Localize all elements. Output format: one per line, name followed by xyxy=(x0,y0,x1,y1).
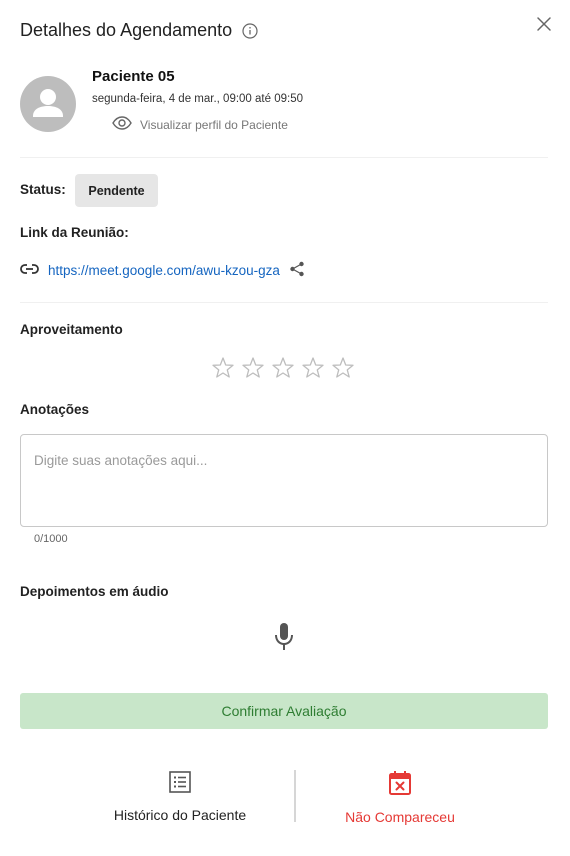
notes-label: Anotações xyxy=(20,402,90,417)
patient-history-label: Histórico do Paciente xyxy=(113,807,247,823)
dialog-header: Detalhes do Agendamento xyxy=(20,20,258,41)
star-icon[interactable] xyxy=(331,356,355,385)
dialog-title: Detalhes do Agendamento xyxy=(20,20,233,40)
link-icon xyxy=(20,263,39,278)
notes-char-counter: 0/1000 xyxy=(34,533,68,545)
confirm-evaluation-button[interactable]: Confirmar Avaliação xyxy=(20,693,548,729)
notes-field xyxy=(20,434,548,527)
list-icon xyxy=(168,770,192,799)
meeting-link-row: https://meet.google.com/awu-kzou-gza xyxy=(20,261,305,280)
status-badge: Pendente xyxy=(75,174,158,207)
meeting-link[interactable]: https://meet.google.com/awu-kzou-gza xyxy=(48,263,280,278)
no-show-label: Não Compareceu xyxy=(345,809,455,825)
star-icon[interactable] xyxy=(271,356,295,385)
view-profile-label: Visualizar perfil do Paciente xyxy=(140,117,288,132)
star-icon[interactable] xyxy=(241,356,265,385)
rating-label: Aproveitamento xyxy=(20,322,123,337)
star-icon[interactable] xyxy=(211,356,235,385)
share-icon[interactable] xyxy=(289,261,305,280)
divider xyxy=(20,302,548,303)
microphone-icon[interactable] xyxy=(273,622,295,657)
appointment-datetime: segunda-feira, 4 de mar., 09:00 até 09:5… xyxy=(92,93,303,105)
status-label: Status: xyxy=(20,182,66,197)
patient-history-button[interactable]: Histórico do Paciente xyxy=(90,770,270,823)
meeting-link-label: Link da Reunião: xyxy=(20,225,129,240)
patient-name: Paciente 05 xyxy=(92,68,175,85)
divider xyxy=(20,157,548,158)
calendar-x-icon xyxy=(388,770,412,801)
notes-textarea[interactable] xyxy=(21,435,547,526)
eye-icon xyxy=(112,116,132,133)
close-icon[interactable] xyxy=(536,16,552,32)
star-icon[interactable] xyxy=(301,356,325,385)
audio-label: Depoimentos em áudio xyxy=(20,584,169,599)
avatar xyxy=(20,76,76,132)
view-patient-profile-link[interactable]: Visualizar perfil do Paciente xyxy=(112,116,288,133)
no-show-button[interactable]: Não Compareceu xyxy=(310,770,490,825)
info-icon[interactable] xyxy=(242,22,258,39)
footer-divider xyxy=(294,770,296,822)
star-rating xyxy=(211,356,355,385)
